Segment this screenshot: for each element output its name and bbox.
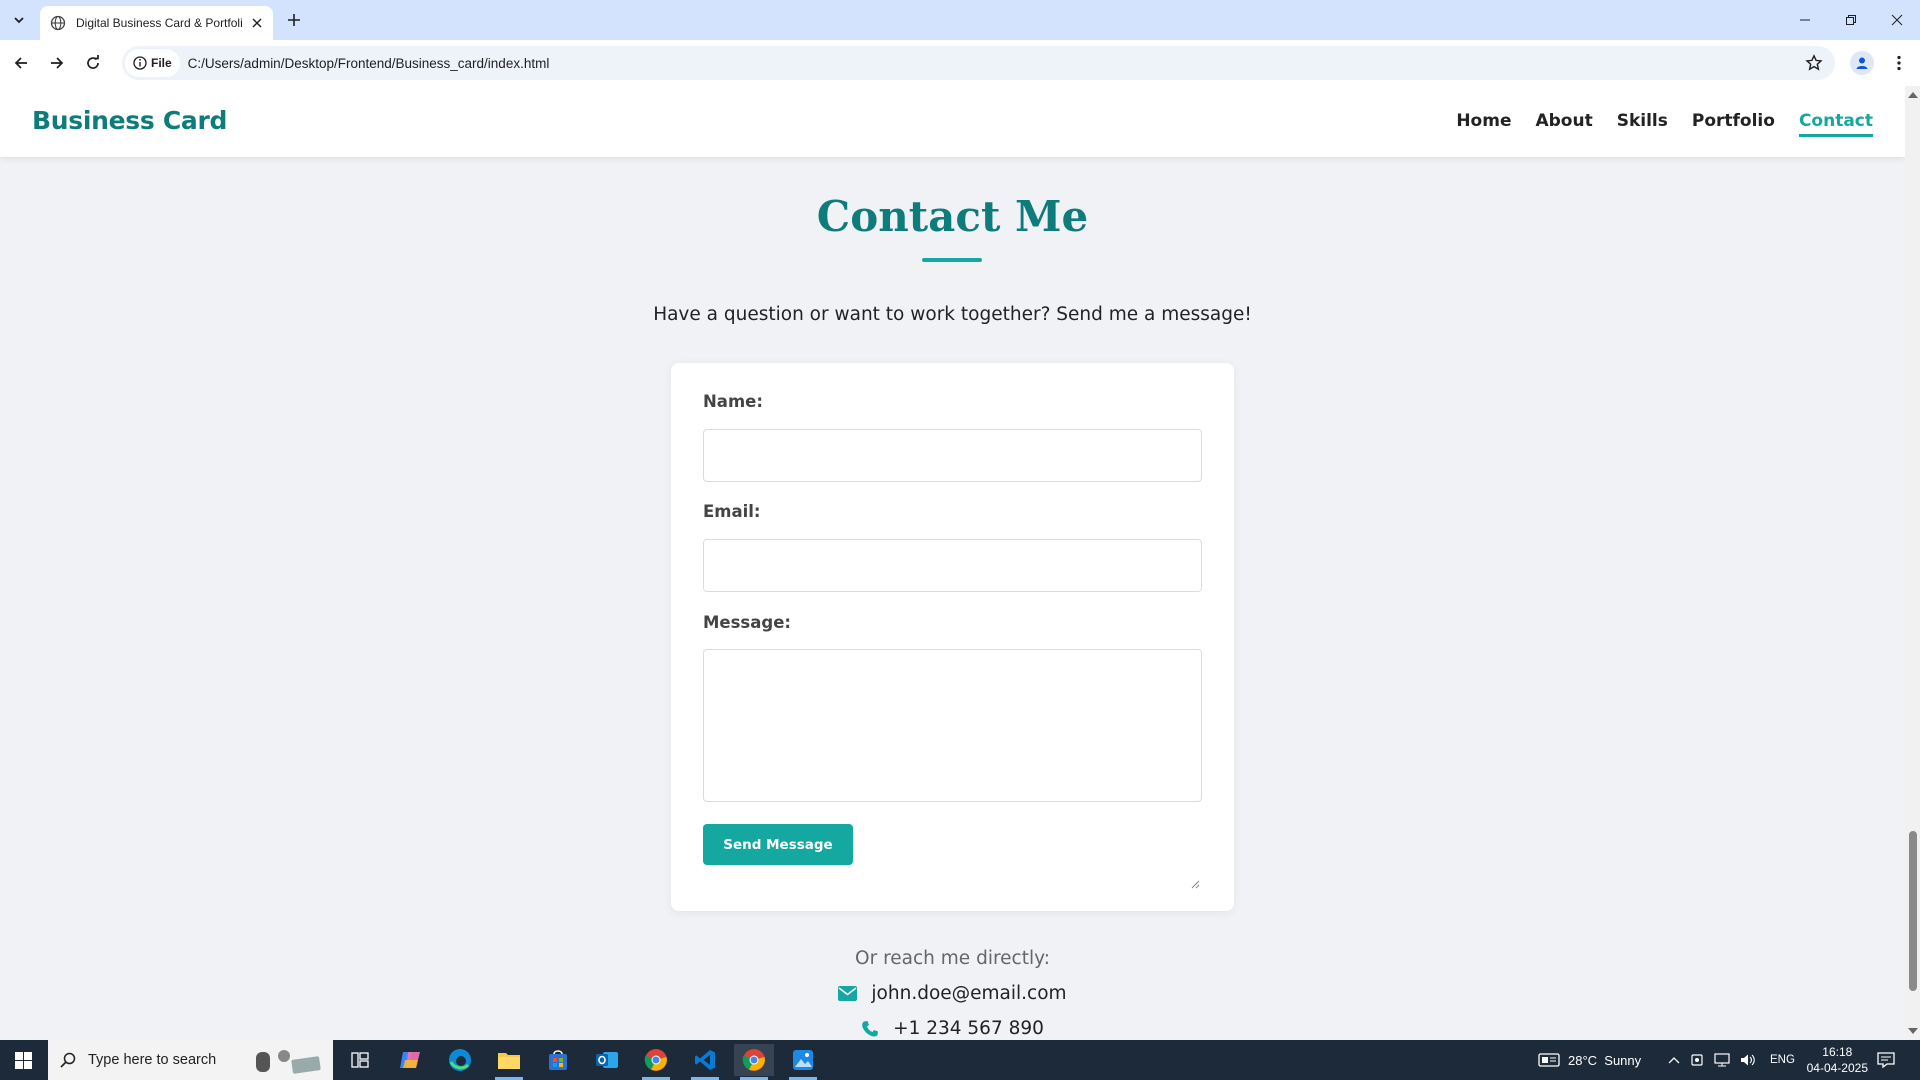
address-bar[interactable]: File C:/Users/admin/Desktop/Frontend/Bus… [122, 46, 1835, 80]
browser-tab-active[interactable]: Digital Business Card & Portfolio [40, 6, 273, 40]
outlook-icon[interactable] [587, 1044, 627, 1076]
nav-contact[interactable]: Contact [1798, 111, 1874, 137]
profile-avatar-icon[interactable] [1850, 51, 1874, 75]
scrollbar-thumb[interactable] [1909, 831, 1917, 991]
browser-tab-bar: Digital Business Card & Portfolio [0, 0, 1920, 40]
windows-taskbar: Type here to search 28°C Sunny ENG 16:18… [0, 1040, 1920, 1080]
direct-phone-text[interactable]: +1 234 567 890 [893, 1018, 1044, 1039]
site-header: Business Card Home About Skills Portfoli… [0, 86, 1905, 157]
scroll-up-arrow-icon[interactable] [1908, 92, 1918, 98]
nav-portfolio[interactable]: Portfolio [1692, 111, 1775, 137]
back-arrow-icon[interactable] [10, 52, 32, 74]
browser-menu-icon[interactable] [1888, 52, 1910, 74]
tab-title: Digital Business Card & Portfolio [76, 16, 243, 30]
main-nav: Home About Skills Portfolio Contact [1456, 111, 1874, 137]
weather-widget[interactable]: 28°C Sunny [1538, 1040, 1641, 1080]
section-heading: Contact Me [816, 192, 1089, 241]
close-window-icon[interactable] [1874, 0, 1920, 40]
scroll-down-arrow-icon[interactable] [1908, 1028, 1918, 1034]
contact-form: Name: Email: Message: Send Message [671, 363, 1234, 911]
contact-intro: Have a question or want to work together… [653, 304, 1252, 325]
message-label: Message: [703, 613, 791, 632]
phone-icon [861, 1020, 879, 1038]
email-label: Email: [703, 502, 761, 521]
tab-close-icon[interactable] [249, 15, 265, 31]
resize-grip-icon[interactable] [1191, 880, 1200, 889]
file-explorer-icon[interactable] [489, 1044, 529, 1080]
volume-icon[interactable] [1740, 1053, 1756, 1067]
taskbar-search-box[interactable]: Type here to search [48, 1040, 333, 1080]
weather-icon [1538, 1053, 1560, 1067]
direct-email-text[interactable]: john.doe@email.com [871, 983, 1066, 1004]
envelope-icon [838, 986, 858, 1001]
vscode-icon[interactable] [685, 1044, 725, 1080]
name-input[interactable] [703, 429, 1202, 482]
browser-toolbar: File C:/Users/admin/Desktop/Frontend/Bus… [0, 40, 1920, 86]
reach-directly-text: Or reach me directly: [855, 948, 1050, 969]
name-label: Name: [703, 392, 763, 411]
photo-editor-icon[interactable] [783, 1044, 823, 1080]
nav-about[interactable]: About [1535, 111, 1592, 137]
site-info-label: File [151, 56, 172, 70]
language-indicator[interactable]: ENG [1770, 1054, 1795, 1066]
new-tab-plus-icon[interactable] [283, 9, 305, 31]
restore-window-icon[interactable] [1828, 0, 1874, 40]
taskbar-search-placeholder: Type here to search [88, 1052, 217, 1068]
weather-text: 28°C Sunny [1568, 1052, 1642, 1068]
bookmark-star-icon[interactable] [1805, 54, 1823, 76]
chrome-active-window-icon[interactable] [734, 1044, 774, 1080]
email-input[interactable] [703, 539, 1202, 592]
windows-start-icon[interactable] [0, 1040, 46, 1080]
task-view-icon[interactable] [340, 1044, 380, 1076]
page-viewport: Business Card Home About Skills Portfoli… [0, 86, 1905, 1040]
taskbar-clock[interactable]: 16:18 04-04-2025 [1807, 1044, 1868, 1076]
clock-date: 04-04-2025 [1806, 1061, 1868, 1075]
nav-home[interactable]: Home [1456, 111, 1511, 137]
tray-icons: ENG [1668, 1040, 1795, 1080]
edge-browser-icon[interactable] [440, 1044, 480, 1076]
search-icon [60, 1052, 76, 1068]
info-icon [133, 56, 147, 70]
chrome-icon[interactable] [636, 1044, 676, 1080]
show-hidden-icons-chevron-icon[interactable] [1668, 1056, 1680, 1064]
clock-time: 16:18 [1822, 1045, 1853, 1059]
microsoft-store-icon[interactable] [538, 1044, 578, 1076]
send-message-button[interactable]: Send Message [703, 824, 853, 865]
copilot-icon[interactable] [390, 1044, 430, 1076]
direct-email-row: john.doe@email.com [0, 983, 1905, 1004]
page-scrollbar[interactable] [1905, 86, 1920, 1040]
network-icon[interactable] [1714, 1053, 1730, 1067]
minimize-window-icon[interactable] [1782, 0, 1828, 40]
site-logo[interactable]: Business Card [32, 106, 227, 135]
search-highlight-illustration-icon [256, 1050, 321, 1074]
reload-icon[interactable] [82, 52, 104, 74]
meet-now-camera-icon[interactable] [1690, 1053, 1704, 1067]
globe-icon [50, 15, 66, 31]
site-info-chip[interactable]: File [125, 49, 180, 77]
url-text[interactable]: C:/Users/admin/Desktop/Frontend/Business… [188, 56, 550, 71]
nav-skills[interactable]: Skills [1617, 111, 1668, 137]
forward-arrow-icon[interactable] [46, 52, 68, 74]
notifications-icon[interactable] [1868, 1044, 1904, 1076]
tab-search-chevron-icon[interactable] [8, 9, 30, 31]
direct-phone-row: +1 234 567 890 [0, 1018, 1905, 1039]
heading-underline [922, 258, 982, 262]
message-textarea[interactable] [703, 649, 1202, 802]
